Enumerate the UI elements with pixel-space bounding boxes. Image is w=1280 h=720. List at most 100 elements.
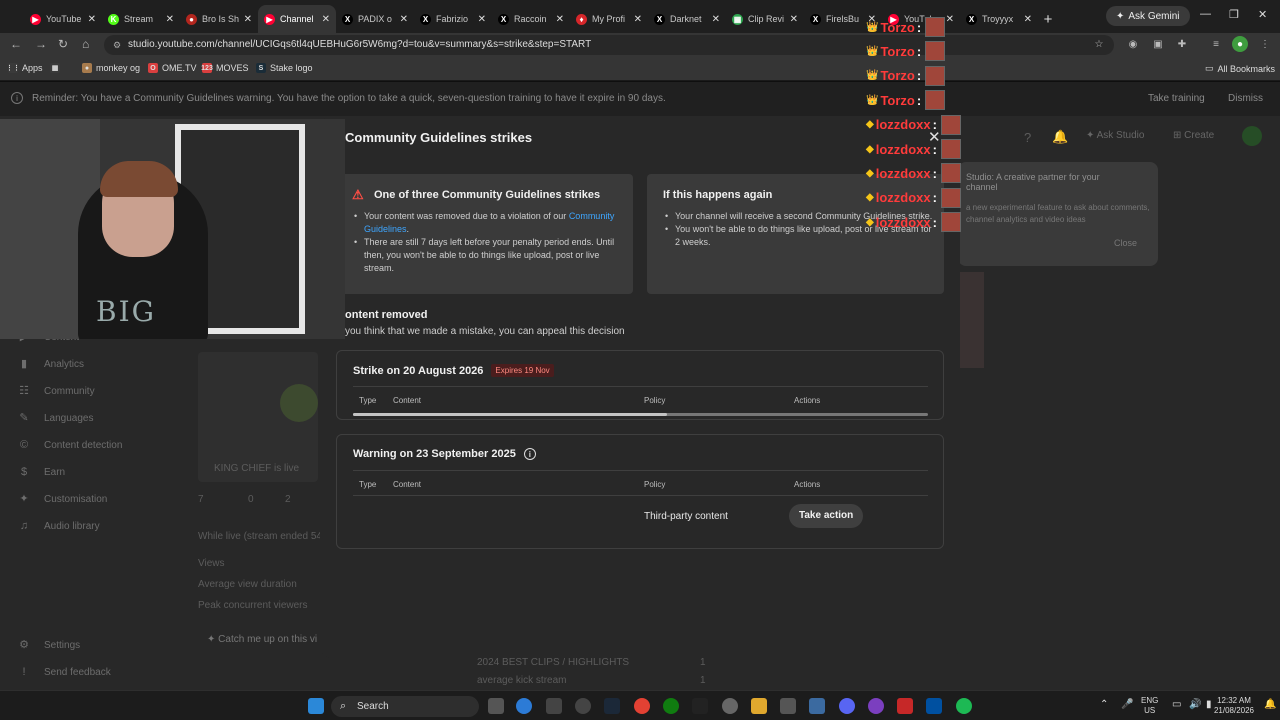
spotify-icon[interactable] — [956, 698, 972, 714]
sidebar-item-community[interactable]: ☷ Community — [18, 384, 95, 398]
chrome-icon[interactable] — [634, 698, 650, 714]
store-icon[interactable] — [780, 698, 796, 714]
close-window-icon[interactable]: ✕ — [1258, 8, 1267, 21]
create-button[interactable]: ⊞ Create — [1173, 130, 1214, 141]
network-icon[interactable]: ▭ — [1172, 700, 1181, 710]
all-bookmarks[interactable]: ▭ All Bookmarks — [1205, 63, 1275, 74]
browser-tab[interactable]: X Darknet ✕ — [648, 5, 726, 33]
list-item[interactable]: 2024 BEST CLIPS / HIGHLIGHTS — [477, 657, 629, 668]
channel-avatar[interactable] — [1242, 126, 1262, 146]
browser-tab[interactable]: X Raccoin ✕ — [492, 5, 570, 33]
bookmark-item[interactable]: 123 MOVES — [201, 63, 249, 73]
tab-close-icon[interactable]: ✕ — [244, 14, 252, 25]
tab-close-icon[interactable]: ✕ — [790, 14, 798, 25]
browser-tab[interactable]: ♦ My Profi ✕ — [570, 5, 648, 33]
extension-icon[interactable]: ◉ — [1125, 36, 1141, 52]
list-item[interactable]: average kick stream — [477, 675, 566, 686]
forward-icon[interactable]: → — [35, 37, 47, 51]
sidebar-item-customisation[interactable]: ✦ Customisation — [18, 492, 107, 506]
bookmark-item[interactable]: ⋮⋮ Apps — [6, 63, 43, 73]
tab-favicon-icon: X — [420, 13, 431, 25]
browser-tab[interactable]: ▶ Channel ✕ — [258, 5, 336, 33]
profile-avatar-icon[interactable]: ● — [1232, 36, 1248, 52]
browser-tab[interactable]: ▶ YouTube ✕ — [24, 5, 102, 33]
browser-tab[interactable]: X PADIX o ✕ — [336, 5, 414, 33]
start-icon[interactable] — [308, 698, 324, 714]
tab-close-icon[interactable]: ✕ — [478, 14, 486, 25]
sidebar-item-audio-library[interactable]: ♫ Audio library — [18, 519, 100, 533]
scrollbar-thumb[interactable] — [353, 413, 667, 416]
reload-icon[interactable]: ↻ — [58, 37, 68, 51]
bookmark-star-icon[interactable]: ☆ — [1091, 36, 1107, 52]
file-explorer-icon[interactable] — [751, 698, 767, 714]
menu-kebab-icon[interactable]: ⋮ — [1257, 36, 1273, 52]
edge-icon[interactable] — [516, 698, 532, 714]
xbox-icon[interactable] — [663, 698, 679, 714]
ask-studio-button[interactable]: ✦ Ask Studio — [1086, 130, 1144, 141]
settings-icon[interactable] — [722, 698, 738, 714]
tray-overflow-icon[interactable]: ⌃ — [1100, 700, 1108, 710]
clock[interactable]: 12:32 AM 21/08/2026 — [1209, 696, 1259, 716]
sidebar-item-content-detection[interactable]: © Content detection — [18, 438, 122, 452]
site-info-icon[interactable]: ⚙ — [113, 35, 121, 55]
microphone-icon[interactable]: 🎤 — [1121, 700, 1133, 710]
extensions-puzzle-icon[interactable]: ✚ — [1174, 36, 1190, 52]
dismiss-link[interactable]: Dismiss — [1228, 93, 1263, 104]
app-icon[interactable] — [546, 698, 562, 714]
reading-list-icon[interactable]: ≡ — [1208, 36, 1224, 52]
app-icon[interactable] — [809, 698, 825, 714]
ask-gemini-button[interactable]: ✦ Ask Gemini — [1106, 6, 1190, 26]
bookmark-item[interactable]: ● monkey og — [82, 63, 140, 73]
app-icon[interactable] — [926, 698, 942, 714]
tab-close-icon[interactable]: ✕ — [322, 14, 330, 25]
sidebar-item-analytics[interactable]: ▮ Analytics — [18, 357, 84, 371]
tab-close-icon[interactable]: ✕ — [634, 14, 642, 25]
tab-favicon-icon: X — [810, 13, 821, 25]
minimize-icon[interactable]: — — [1200, 8, 1211, 20]
browser-tab[interactable]: X Troyyyx ✕ — [960, 5, 1038, 33]
sidebar-item-send-feedback[interactable]: ! Send feedback — [18, 665, 110, 679]
extension-icon[interactable]: ▣ — [1150, 36, 1166, 52]
help-icon[interactable]: ? — [1024, 130, 1031, 145]
sidebar-item-languages[interactable]: ✎ Languages — [18, 411, 93, 425]
discord-icon[interactable] — [839, 698, 855, 714]
take-training-link[interactable]: Take training — [1148, 93, 1205, 104]
tab-close-icon[interactable]: ✕ — [556, 14, 564, 25]
restore-icon[interactable]: ❐ — [1229, 8, 1239, 21]
browser-tab[interactable]: ● Bro Is Sh ✕ — [180, 5, 258, 33]
new-tab-button[interactable]: + — [1038, 5, 1058, 33]
app-icon[interactable] — [575, 698, 591, 714]
language-indicator[interactable]: ENG US — [1141, 696, 1158, 716]
task-view-icon[interactable] — [488, 698, 504, 714]
taskbar-search[interactable]: ⌕ Search — [331, 696, 479, 717]
browser-tab[interactable]: ▦ Clip Revi ✕ — [726, 5, 804, 33]
steam-icon[interactable] — [604, 698, 620, 714]
horizontal-scrollbar[interactable] — [353, 413, 928, 416]
epic-games-icon[interactable] — [692, 698, 708, 714]
bookmark-item[interactable]: ▦ — [50, 63, 64, 73]
video-title[interactable]: KING CHIEF is live — [214, 463, 299, 474]
info-icon[interactable]: i — [523, 448, 536, 460]
take-action-button[interactable]: Take action — [789, 504, 864, 528]
catch-up-button[interactable]: ✦ Catch me up on this vi — [207, 634, 317, 645]
tab-close-icon[interactable]: ✕ — [88, 14, 96, 25]
sidebar-item-earn[interactable]: $ Earn — [18, 465, 65, 479]
notifications-icon[interactable]: 🔔 — [1052, 129, 1068, 145]
app-icon[interactable] — [897, 698, 913, 714]
notification-bell-icon[interactable]: 🔔 — [1264, 700, 1276, 710]
sidebar-item-settings[interactable]: ⚙ Settings — [18, 638, 80, 652]
tab-close-icon[interactable]: ✕ — [1024, 14, 1032, 25]
sidebar-icon: ☷ — [19, 385, 29, 397]
app-icon[interactable] — [868, 698, 884, 714]
browser-tab[interactable]: X Fabrizio ✕ — [414, 5, 492, 33]
back-icon[interactable]: ← — [10, 37, 22, 51]
popup-close-button[interactable]: Close — [1114, 238, 1137, 248]
volume-icon[interactable]: 🔊 — [1189, 700, 1201, 710]
bookmark-item[interactable]: O OME.TV — [148, 63, 197, 73]
bookmark-item[interactable]: S Stake logo — [256, 63, 313, 73]
tab-close-icon[interactable]: ✕ — [166, 14, 174, 25]
home-icon[interactable]: ⌂ — [82, 37, 89, 51]
tab-close-icon[interactable]: ✕ — [400, 14, 408, 25]
tab-close-icon[interactable]: ✕ — [712, 14, 720, 25]
browser-tab[interactable]: K Stream ✕ — [102, 5, 180, 33]
